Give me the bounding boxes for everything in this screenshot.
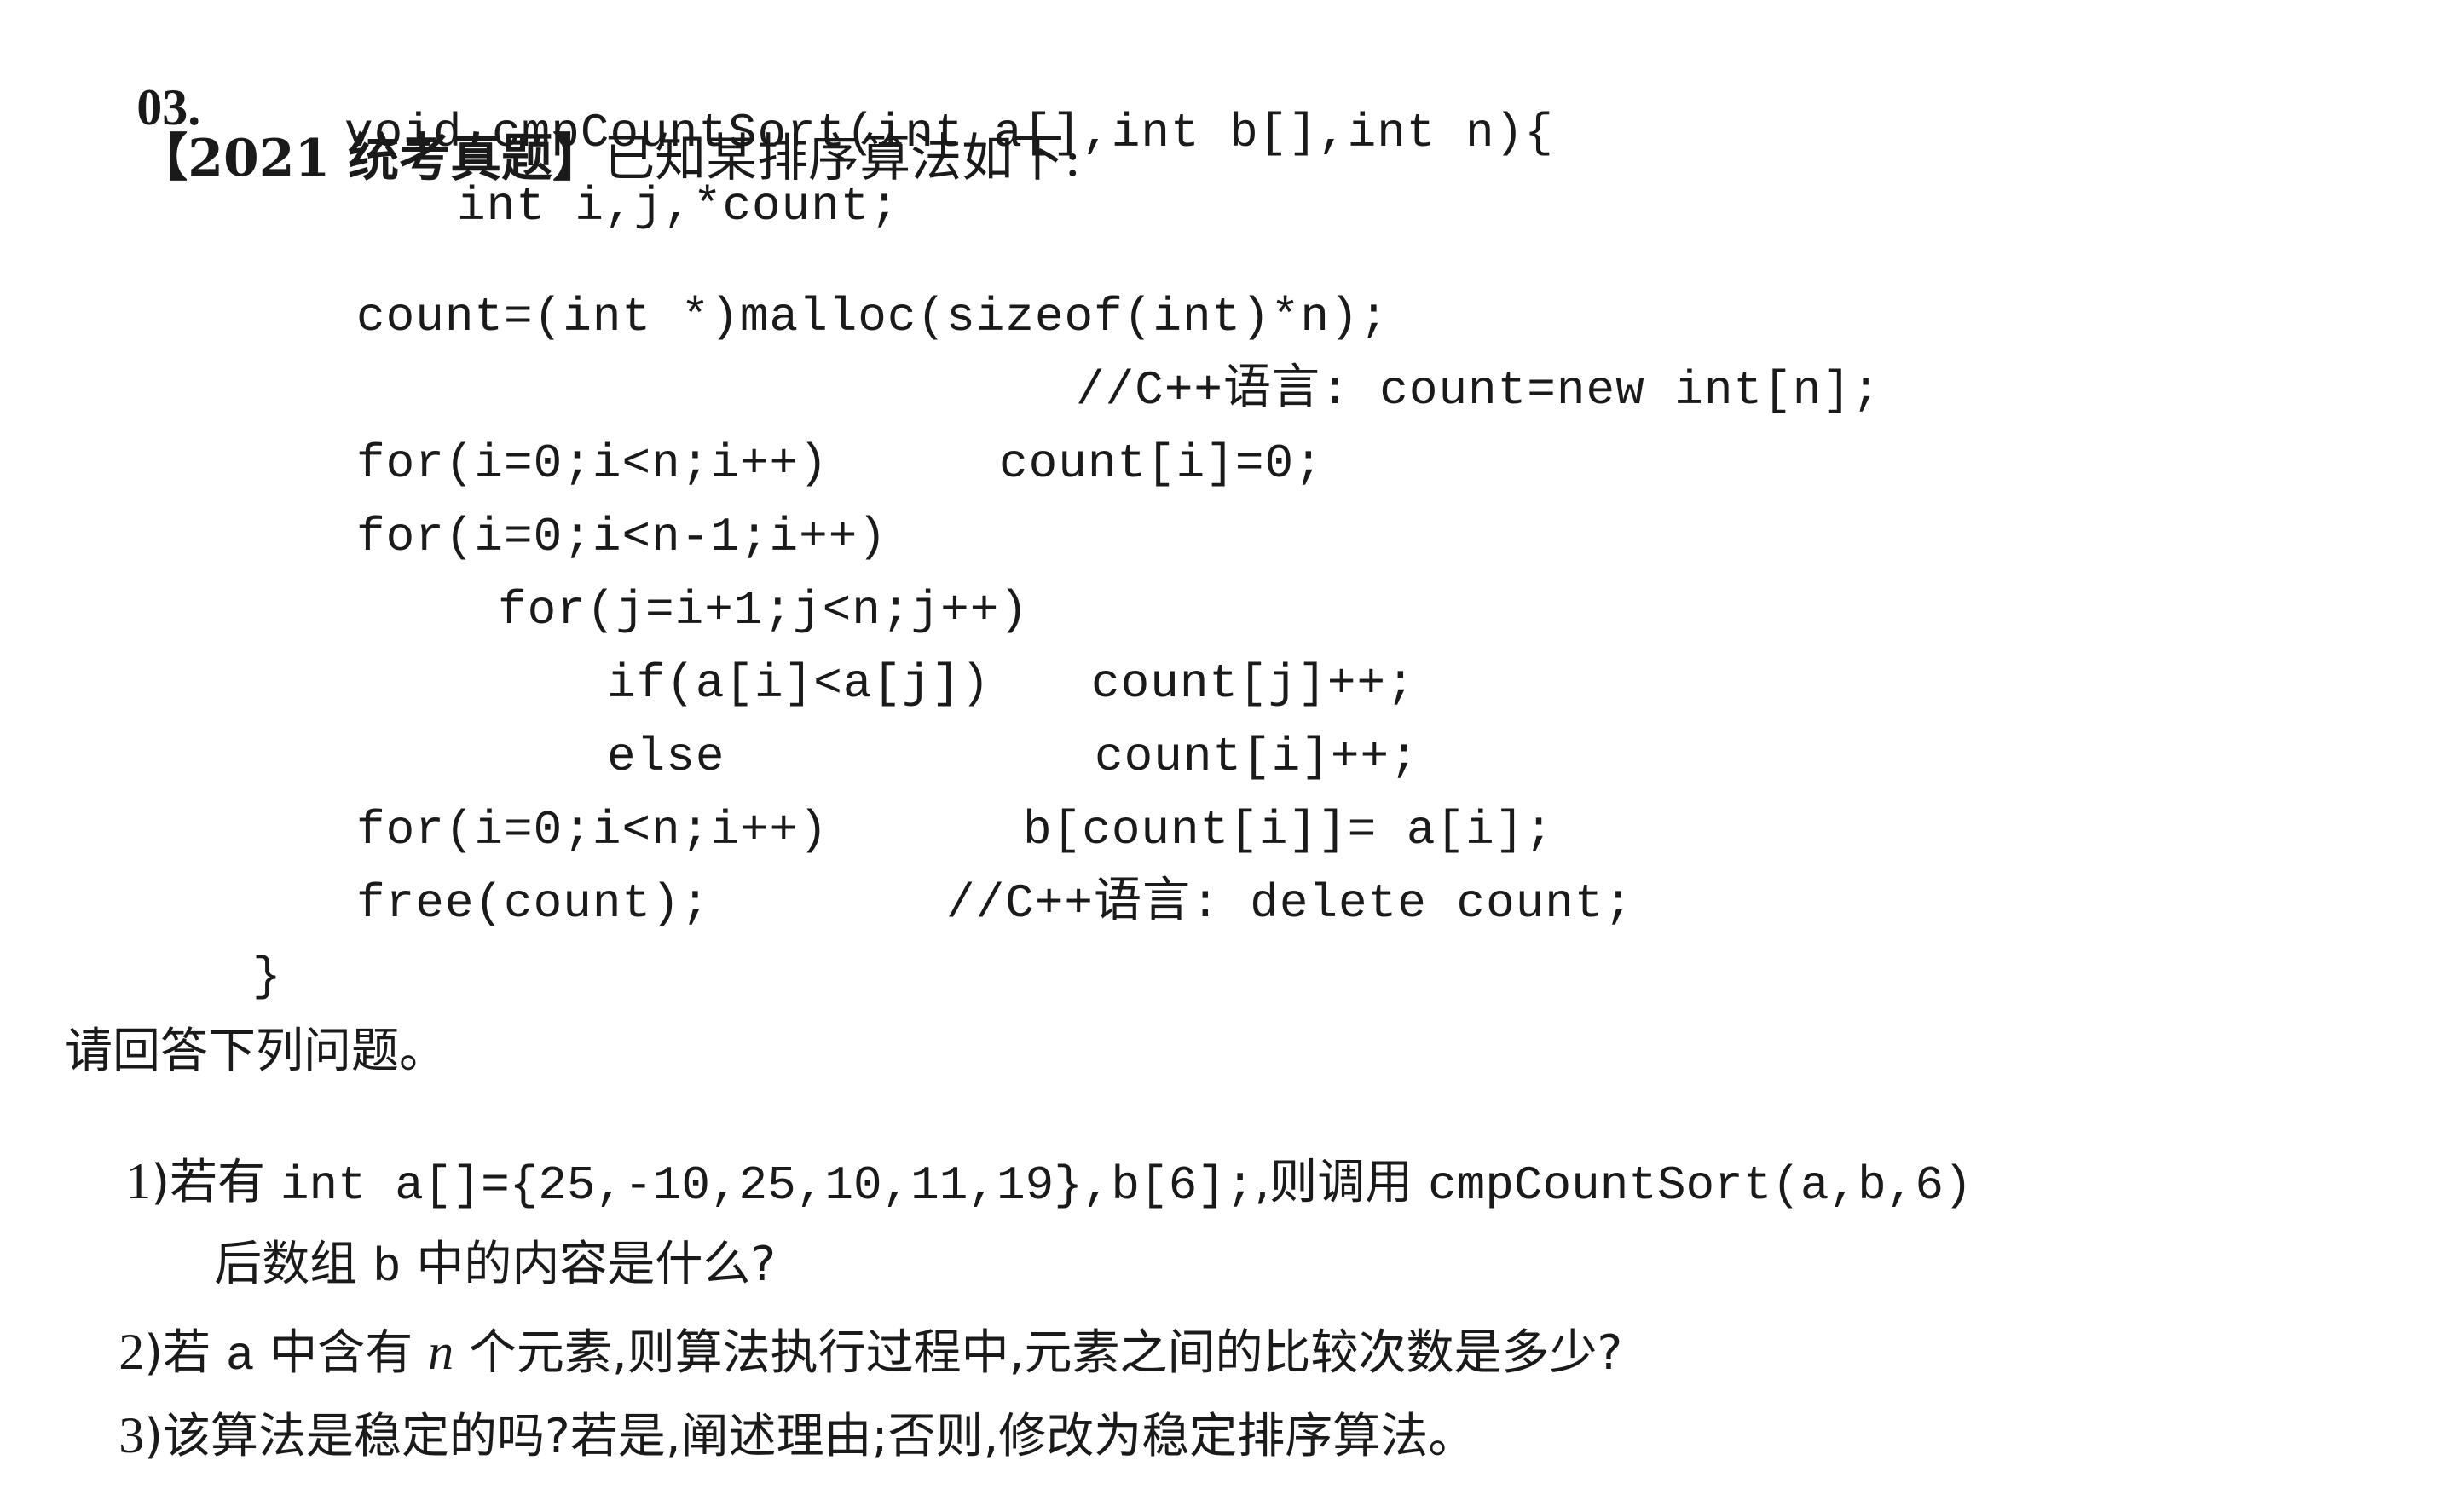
code-line-10b: b[count[i]]= a[i];: [1023, 803, 1554, 857]
question-number: 03.: [136, 79, 201, 136]
code-line-11a: free(count);: [356, 876, 711, 931]
question-1-mid: ,则调用: [1254, 1155, 1429, 1210]
question-3-number: 3: [118, 1407, 145, 1463]
code-line-2: int i,j,*count;: [457, 179, 900, 234]
question-3-text: )该算法是稳定的吗?若是,阐述理由;否则,修改为稳定排序算法。: [144, 1409, 1476, 1464]
question-1-number: 1: [125, 1153, 152, 1209]
code-line-1: void cmpCountSort(int a[],int b[],int n)…: [344, 106, 1554, 160]
question-3: 3)该算法是稳定的吗?若是,阐述理由;否则,修改为稳定排序算法。: [58, 1362, 1476, 1509]
code-line-6: for(i=0;i<n-1;i++): [356, 510, 887, 564]
questions-prompt: 请回答下列问题。: [65, 1024, 447, 1079]
code-line-10a: for(i=0;i<n;i++): [356, 803, 829, 857]
code-line-9b: count[i]++;: [1095, 730, 1419, 784]
code-line-3: count=(int *)malloc(sizeof(int)*n);: [356, 290, 1390, 344]
code-line-9a: else: [607, 730, 725, 784]
code-line-4: //C++语言: count=new int[n];: [1076, 363, 1881, 418]
code-line-8a: if(a[i]<a[j]): [607, 656, 991, 711]
code-line-7: for(j=i+1;j<n;j++): [498, 583, 1029, 638]
question-1-code-call: cmpCountSort(a,b,6): [1428, 1158, 1973, 1213]
code-line-11b: //C++语言: delete count;: [946, 876, 1634, 931]
code-line-8b: count[j]++;: [1091, 656, 1416, 711]
document-page: 03. 【2021 统考真题】已知某排序算法如下: void cmpCountS…: [0, 0, 2450, 1461]
code-line-12: }: [252, 949, 282, 1004]
code-line-5a: for(i=0;i<n;i++): [356, 436, 829, 491]
code-line-5b: count[i]=0;: [999, 436, 1324, 491]
